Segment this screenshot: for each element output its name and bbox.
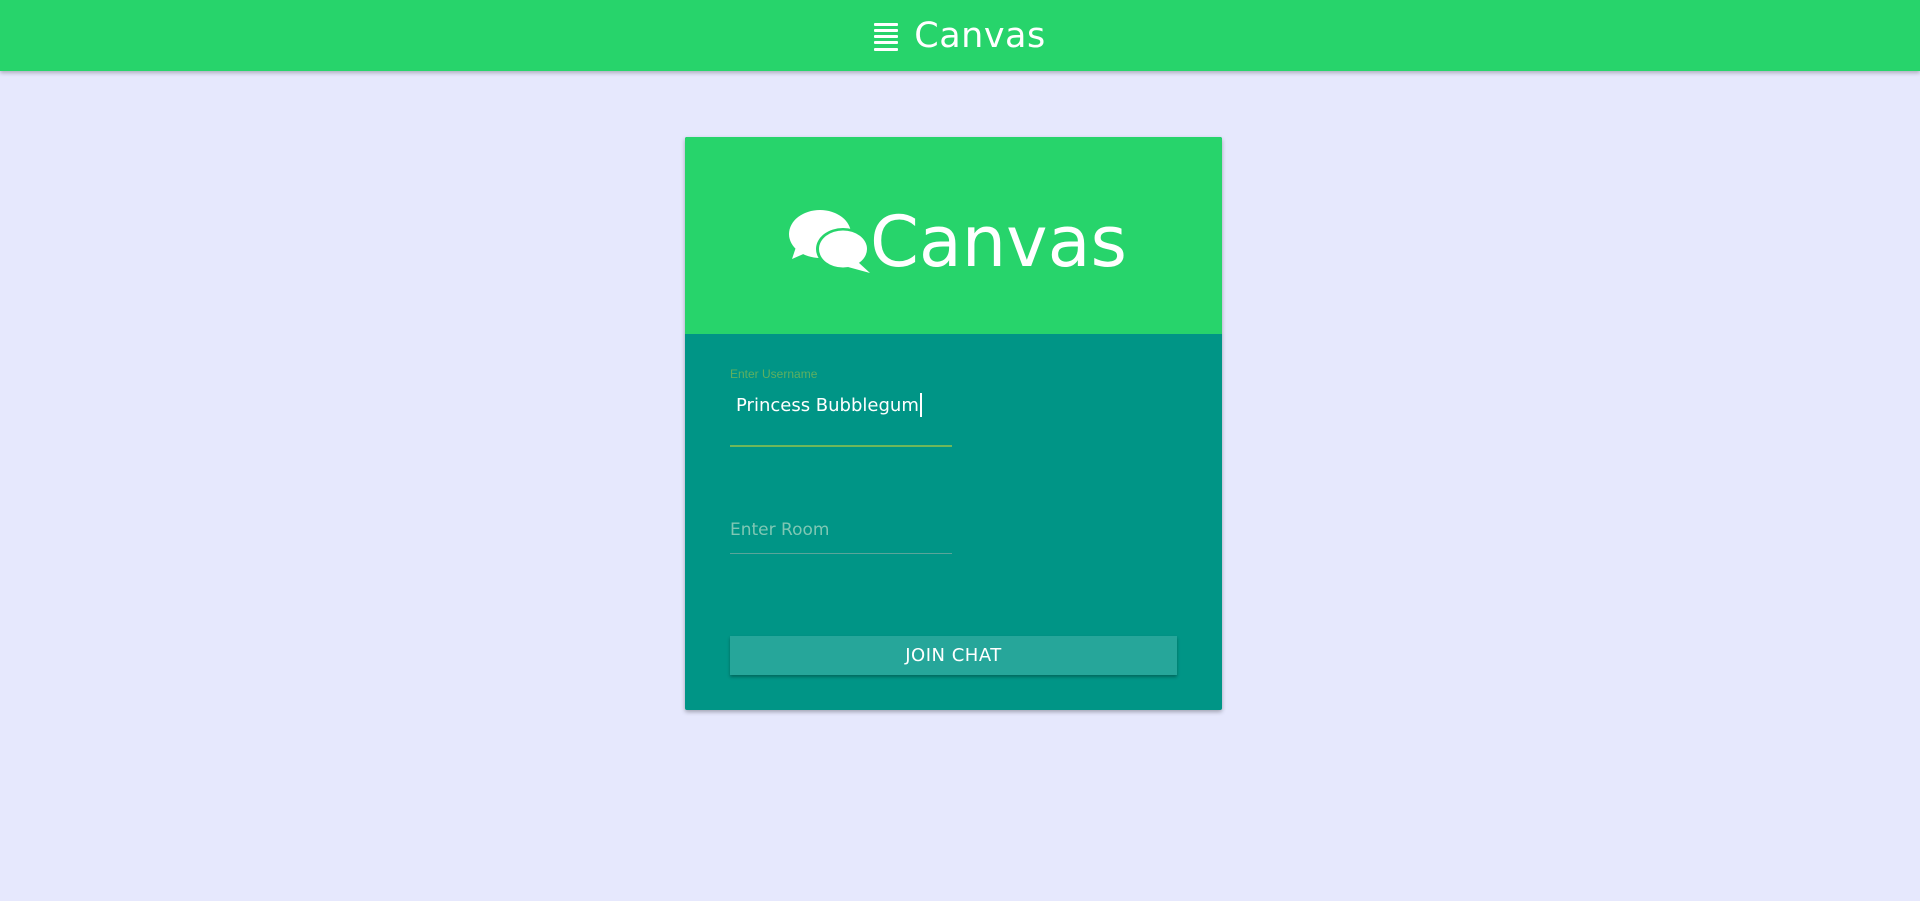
username-underline	[730, 445, 952, 447]
logo: Canvas	[788, 207, 1127, 277]
username-field[interactable]: Enter Username Princess Bubblegum	[730, 367, 952, 580]
room-input[interactable]: Enter Room	[730, 520, 952, 542]
chat-bubbles-icon	[789, 209, 871, 273]
menu-icon[interactable]	[874, 22, 899, 51]
login-card: Canvas Enter Username Princess Bubblegum…	[685, 137, 1222, 710]
join-chat-button[interactable]: JOIN CHAT	[730, 636, 1177, 675]
username-value: Princess Bubblegum	[736, 394, 919, 416]
room-field[interactable]: Enter Room	[730, 520, 952, 554]
app-header: Canvas	[0, 0, 1920, 71]
username-label: Enter Username	[730, 367, 818, 381]
card-header: Canvas	[685, 137, 1222, 334]
header-brand: Canvas	[874, 16, 1045, 56]
text-caret	[919, 393, 922, 417]
username-input[interactable]: Princess Bubblegum	[730, 393, 952, 417]
logo-text: Canvas	[870, 200, 1127, 283]
header-title: Canvas	[914, 15, 1046, 56]
room-underline	[730, 553, 952, 554]
